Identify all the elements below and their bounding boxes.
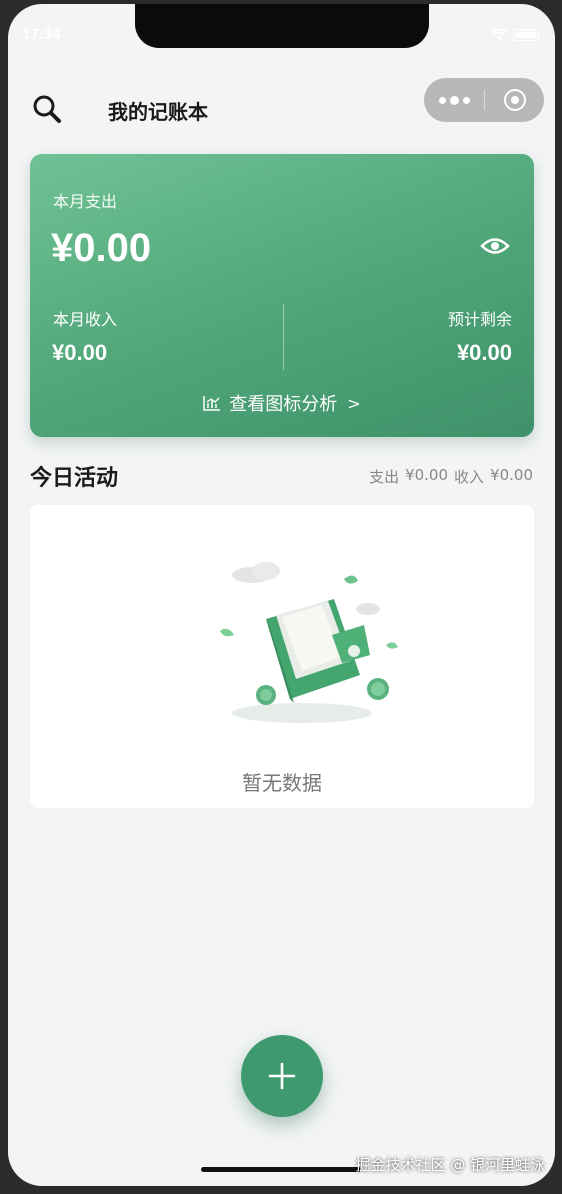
watermark: 掘金技术社区 @ 银河里蛙泳 [355,1156,545,1174]
chevron-right-icon: > [347,393,361,413]
battery-icon [513,29,539,41]
status-time: 17:34 [22,26,61,43]
today-income-label: 收入 [454,468,485,486]
chart-analysis-link[interactable]: 查看图标分析 > [30,390,534,416]
empty-state-text: 暂无数据 [242,771,322,795]
navigation-bar: 我的记账本 [8,78,555,128]
plus-icon [268,1062,296,1090]
card-divider [283,304,284,370]
status-icons [491,29,539,41]
monthly-summary-card: 本月支出 ¥0.00 本月收入 ¥0.00 预计剩余 ¥0.00 查看图标分析 … [30,154,534,437]
more-dot-icon [462,96,470,104]
today-expense-value: ¥0.00 [405,466,449,484]
chart-icon [203,396,221,411]
chart-analysis-label: 查看图标分析 [229,394,338,415]
monthly-expense-amount: ¥0.00 [51,226,152,270]
empty-wallet-illustration [220,562,398,723]
remaining-amount: ¥0.00 [456,340,512,365]
monthly-income-label: 本月收入 [53,310,118,329]
search-icon[interactable] [30,92,64,126]
today-expense-label: 支出 [369,468,400,486]
today-activity-title: 今日活动 [30,466,119,491]
monthly-income-amount: ¥0.00 [52,340,108,365]
phone-screen: 17:34 我的记账本 本月支出 ¥0.00 本月收入 ¥0.00 预计剩余 ¥… [8,4,555,1186]
mini-program-capsule [424,78,544,122]
target-icon [503,89,526,111]
wifi-icon [491,29,507,40]
today-activity-list: 暂无数据 [30,505,534,808]
today-income-value: ¥0.00 [490,466,533,484]
notch [135,4,429,48]
add-record-button[interactable] [241,1035,323,1117]
more-dot-icon [438,96,446,104]
monthly-expense-label: 本月支出 [53,192,118,211]
page-title: 我的记账本 [108,100,208,124]
close-mini-program-button[interactable] [485,78,544,122]
eye-icon[interactable] [480,236,510,256]
home-indicator [201,1167,361,1172]
more-menu-button[interactable] [424,78,484,122]
more-dot-icon [449,95,459,105]
today-stats: 支出 ¥0.00 收入 ¥0.00 [369,466,533,487]
remaining-label: 预计剩余 [447,310,512,329]
